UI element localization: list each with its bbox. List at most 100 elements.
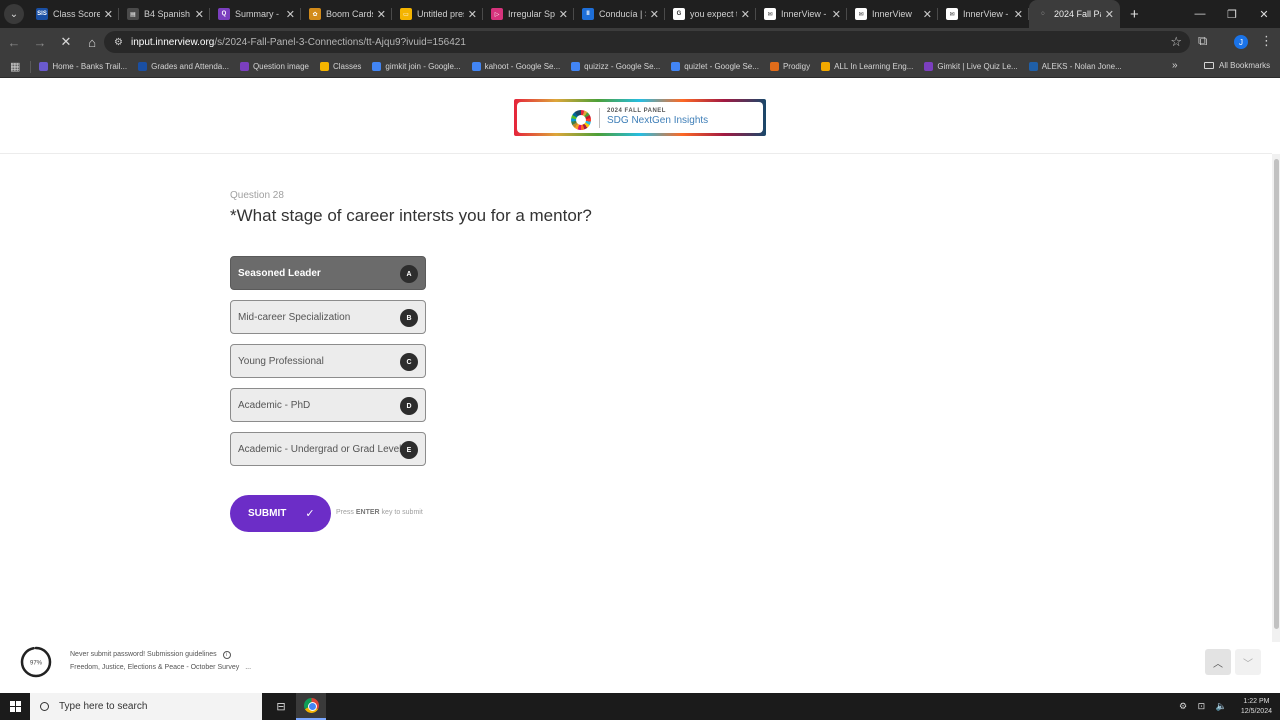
footer-guidelines-text[interactable]: Never submit password! Submission guidel…	[70, 651, 217, 658]
bookmark-label: Prodigy	[782, 62, 811, 71]
browser-tab[interactable]: ◌ 2024 Fall Pa ✕	[1029, 0, 1120, 28]
bookmark-list: Home - Banks Trail... Grades and Attenda.…	[39, 62, 1132, 71]
submit-hint: Press ENTER key to submit	[336, 509, 423, 516]
browser-tab[interactable]: ▷ Irregular Spa ✕	[483, 0, 574, 28]
bookmark-star-icon[interactable]: ☆	[1170, 34, 1182, 50]
bookmark-favicon-icon	[1028, 62, 1038, 71]
new-tab-button[interactable]: +	[1130, 6, 1139, 23]
address-bar[interactable]: ⚙ input.innerview.org/s/2024-Fall-Panel-…	[104, 31, 1190, 53]
choice-label: Mid-career Specialization	[238, 311, 351, 323]
site-info-icon[interactable]: ⚙	[114, 37, 123, 48]
submit-button[interactable]: SUBMIT ✓	[230, 495, 331, 532]
footer-survey-more[interactable]: ...	[245, 664, 251, 671]
bookmark-item[interactable]: ALEKS - Nolan Jone...	[1028, 62, 1122, 71]
bookmark-item[interactable]: gimkit join - Google...	[372, 62, 461, 71]
bookmarks-overflow-icon[interactable]: »	[1172, 60, 1178, 71]
browser-tab[interactable]: ✉ InnerView ✕	[847, 0, 938, 28]
clock-time: 1:22 PM	[1243, 697, 1270, 705]
choice-c[interactable]: Young Professional C	[230, 344, 426, 378]
task-view-icon[interactable]: ⊟	[266, 700, 296, 713]
choice-key-badge: B	[400, 309, 418, 327]
browser-tab[interactable]: SIS Class Score D ✕	[28, 0, 119, 28]
bookmark-item[interactable]: Prodigy	[769, 62, 811, 71]
browser-tab[interactable]: ✿ Boom Cards ✕	[301, 0, 392, 28]
tab-title: Summary - C	[235, 9, 282, 19]
browser-tab[interactable]: ▭ Untitled pres ✕	[392, 0, 483, 28]
google-icon: G	[673, 8, 685, 20]
banner-divider	[599, 108, 600, 128]
close-tab-icon[interactable]: ✕	[923, 8, 932, 21]
tray-icons[interactable]: ⚙ ⊡ 🔈	[1179, 701, 1231, 712]
browser-tab[interactable]: ✉ InnerView - C ✕	[756, 0, 847, 28]
chevron-up-icon[interactable]: ︿	[1205, 649, 1231, 675]
bookmark-favicon-icon	[319, 62, 329, 71]
menu-more-icon[interactable]: ⋮	[1260, 33, 1273, 49]
choice-label: Academic - PhD	[238, 399, 311, 411]
submit-hint-suffix: key to submit	[381, 509, 423, 516]
close-tab-icon[interactable]: ✕	[741, 8, 750, 21]
windows-start-icon[interactable]	[0, 693, 30, 720]
close-window-icon[interactable]: ✕	[1248, 0, 1280, 28]
profile-avatar[interactable]: J	[1234, 35, 1248, 49]
bookmark-item[interactable]: ALL In Learning Eng...	[821, 62, 913, 71]
sis-icon: SIS	[36, 8, 48, 20]
tab-title: InnerView - C	[781, 9, 828, 19]
close-tab-icon[interactable]: ✕	[195, 8, 204, 21]
close-tab-icon[interactable]: ✕	[1105, 8, 1114, 21]
choice-b[interactable]: Mid-career Specialization B	[230, 300, 426, 334]
close-tab-icon[interactable]: ✕	[468, 8, 477, 21]
bookmark-item[interactable]: Classes	[319, 62, 361, 71]
close-tab-icon[interactable]: ✕	[650, 8, 659, 21]
close-tab-icon[interactable]: ✕	[286, 8, 295, 21]
chrome-taskbar-button[interactable]	[296, 693, 326, 720]
bookmark-item[interactable]: Home - Banks Trail...	[39, 62, 127, 71]
restore-icon[interactable]: ❐	[1216, 0, 1248, 28]
apps-grid-icon[interactable]: ▦	[10, 60, 20, 73]
footer-survey-title: Freedom, Justice, Elections & Peace - Oc…	[70, 664, 251, 671]
clock[interactable]: 1:22 PM 12/5/2024	[1241, 697, 1272, 717]
quizizz-icon: Q	[218, 8, 230, 20]
bookmark-favicon-icon	[372, 62, 382, 71]
forward-arrow-icon[interactable]: →	[28, 30, 52, 54]
stop-loading-icon[interactable]: ✕	[54, 30, 78, 54]
search-icon	[40, 702, 49, 711]
bookmark-item[interactable]: Gimkit | Live Quiz Le...	[924, 62, 1018, 71]
choice-d[interactable]: Academic - PhD D	[230, 388, 426, 422]
info-icon[interactable]: i	[222, 651, 231, 659]
bookmark-item[interactable]: Question image	[239, 62, 309, 71]
tab-search-button[interactable]: ⌄	[4, 4, 24, 24]
choice-a[interactable]: Seasoned Leader A	[230, 256, 426, 290]
choice-e[interactable]: Academic - Undergrad or Grad Level E	[230, 432, 426, 466]
choice-key-badge: E	[400, 441, 418, 459]
close-tab-icon[interactable]: ✕	[1014, 8, 1023, 21]
browser-tab[interactable]: ▤ B4 Spanish 2 ✕	[119, 0, 210, 28]
scrollbar-thumb[interactable]	[1274, 159, 1279, 629]
browser-tab[interactable]: II Conducía | S ✕	[574, 0, 665, 28]
minimize-icon[interactable]: —	[1184, 0, 1216, 28]
bookmark-item[interactable]: quizizz - Google Se...	[571, 62, 660, 71]
close-tab-icon[interactable]: ✕	[377, 8, 386, 21]
browser-tab[interactable]: Gyou expect t ✕	[665, 0, 756, 28]
back-arrow-icon[interactable]: ←	[2, 30, 26, 54]
chevron-down-icon[interactable]: ﹀	[1235, 649, 1261, 675]
browser-tab[interactable]: ✉ InnerView - C ✕	[938, 0, 1029, 28]
bookmark-label: ALL In Learning Eng...	[834, 62, 914, 71]
tab-title: you expect t	[690, 9, 737, 19]
bookmark-label: quizlet - Google Se...	[684, 62, 759, 71]
bookmark-label: quizizz - Google Se...	[584, 62, 661, 71]
system-tray: ⚙ ⊡ 🔈 1:22 PM 12/5/2024	[1179, 693, 1272, 720]
survey-page: 2024 FALL PANEL SDG NextGen Insights Que…	[0, 79, 1280, 693]
all-bookmarks-button[interactable]: All Bookmarks	[1204, 61, 1270, 70]
bookmark-item[interactable]: Grades and Attenda...	[138, 62, 229, 71]
tab-title: Class Score D	[53, 9, 100, 19]
deck-icon: ▷	[491, 8, 503, 20]
bookmark-item[interactable]: quizlet - Google Se...	[671, 62, 759, 71]
home-icon[interactable]: ⌂	[80, 30, 104, 54]
taskbar-search[interactable]: Type here to search	[30, 693, 262, 720]
close-tab-icon[interactable]: ✕	[832, 8, 841, 21]
close-tab-icon[interactable]: ✕	[559, 8, 568, 21]
browser-tab[interactable]: Q Summary - C ✕	[210, 0, 301, 28]
bookmark-item[interactable]: kahoot - Google Se...	[471, 62, 560, 71]
close-tab-icon[interactable]: ✕	[104, 8, 113, 21]
extensions-icon[interactable]: ⧉	[1198, 33, 1207, 49]
